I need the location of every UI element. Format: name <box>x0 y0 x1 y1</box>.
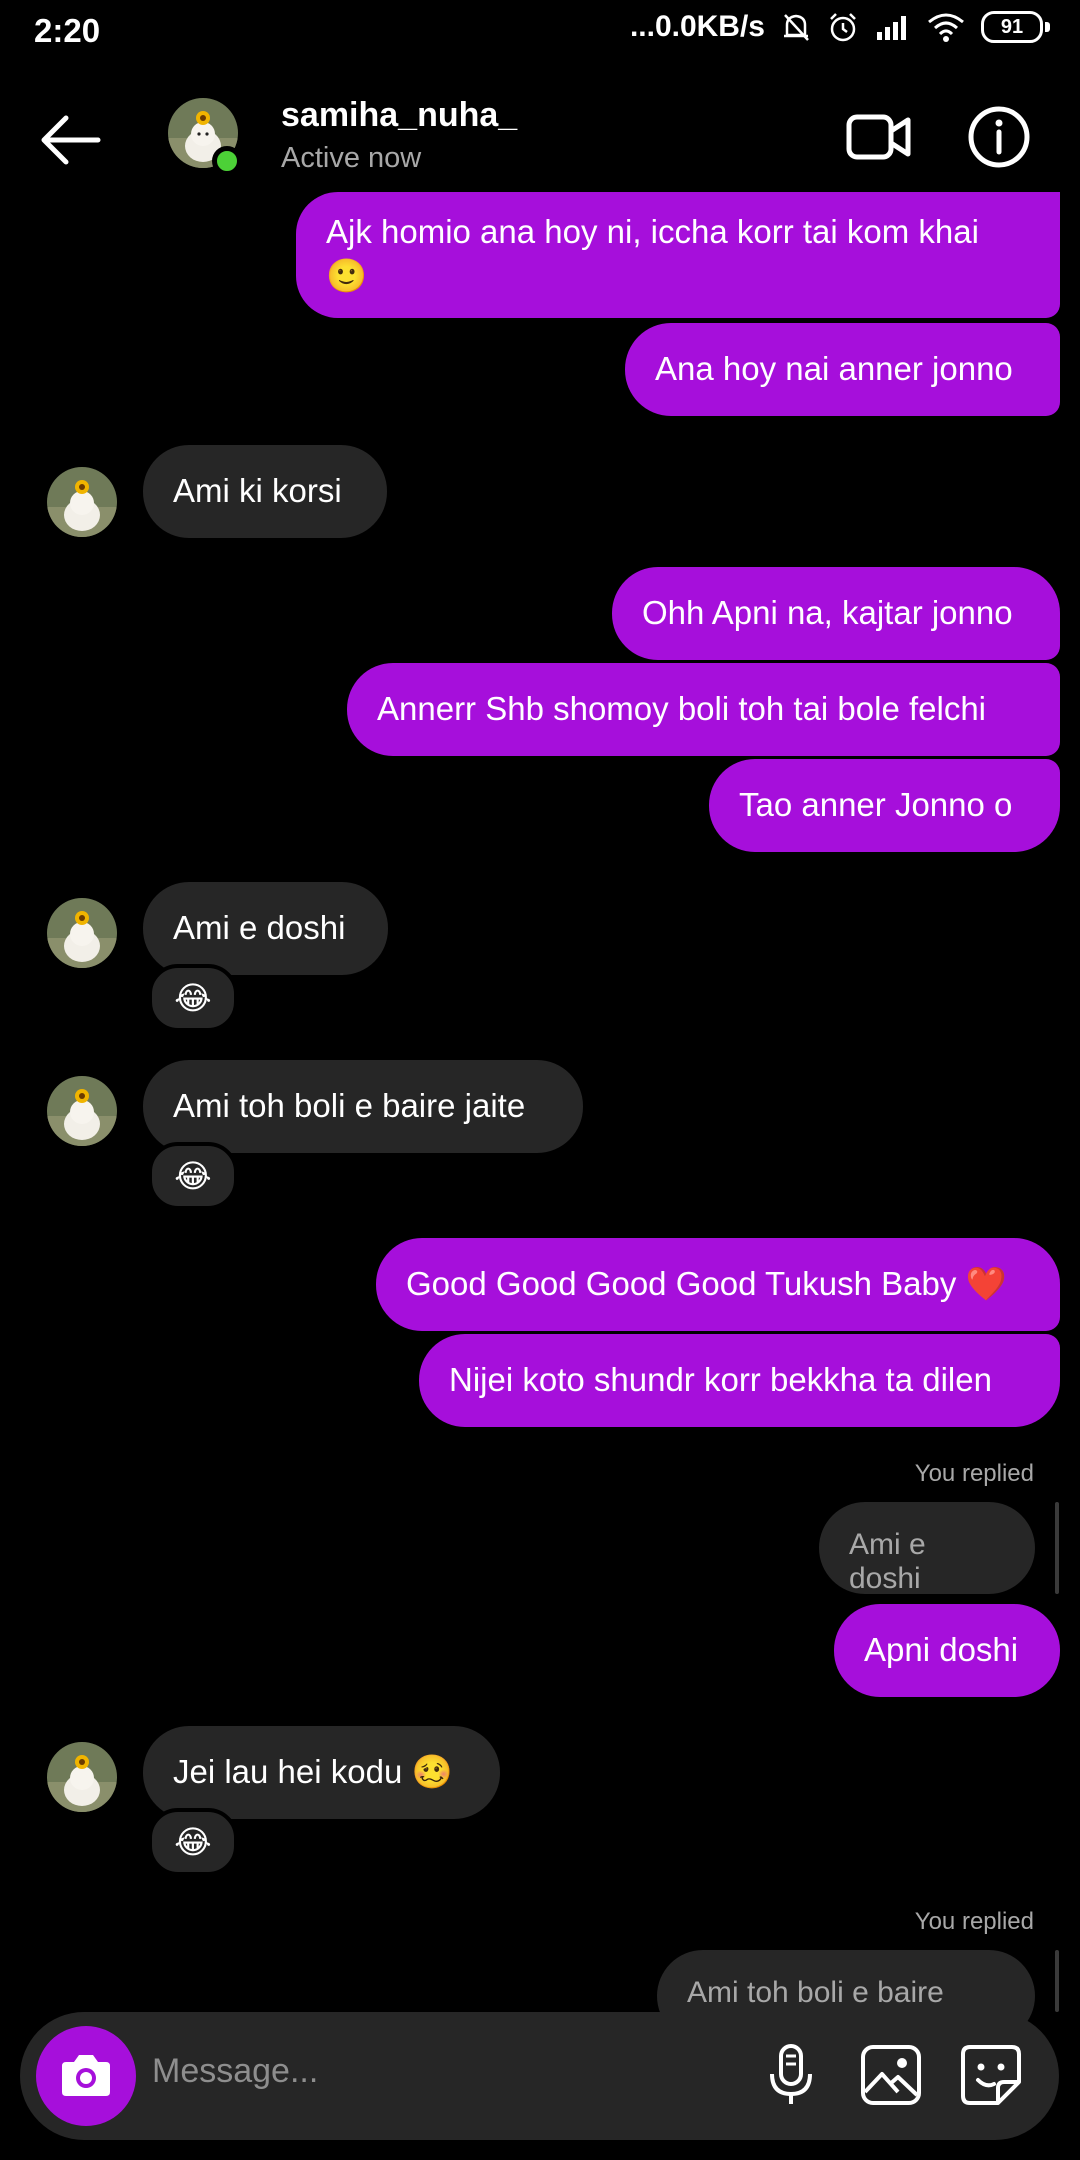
laughing-emoji-icon: 😂 <box>174 1824 212 1860</box>
contact-avatar-small[interactable] <box>47 1076 117 1146</box>
gallery-icon[interactable] <box>856 2040 926 2110</box>
contact-avatar-small[interactable] <box>47 1742 117 1812</box>
quoted-reply-bubble[interactable]: Ami e doshi <box>819 1502 1035 1595</box>
status-bar: 2:20 ...0.0KB/s 91 <box>0 0 1080 62</box>
laughing-emoji-icon: 😂 <box>174 980 212 1016</box>
message-bubble-incoming[interactable]: Ami ki korsi <box>143 445 387 538</box>
message-bubble-outgoing[interactable]: Apni doshi <box>834 1604 1060 1697</box>
message-bubble-outgoing[interactable]: Ohh Apni na, kajtar jonno <box>612 567 1060 660</box>
status-icons: ...0.0KB/s 91 <box>630 10 1050 44</box>
mute-bell-icon <box>784 14 809 41</box>
reaction-badge[interactable]: 😂 <box>148 964 238 1032</box>
signal-icon <box>877 16 906 40</box>
contact-avatar-small[interactable] <box>47 467 117 537</box>
message-composer: Message... <box>20 2012 1059 2140</box>
message-bubble-outgoing[interactable]: Good Good Good Good Tukush Baby ❤️ <box>376 1238 1060 1331</box>
info-icon[interactable] <box>966 104 1032 170</box>
alarm-icon <box>830 13 856 42</box>
battery-level: 91 <box>981 11 1043 43</box>
back-arrow-icon[interactable] <box>36 110 106 170</box>
message-input[interactable]: Message... <box>152 2052 318 2091</box>
camera-button[interactable] <box>36 2026 136 2126</box>
message-bubble-incoming[interactable]: Ami e doshi <box>143 882 388 975</box>
message-bubble-incoming[interactable]: Jei lau hei kodu 🥴 <box>143 1726 500 1819</box>
message-bubble-incoming[interactable]: Ami toh boli e baire jaite <box>143 1060 583 1153</box>
contact-username[interactable]: samiha_nuha_ <box>281 96 517 135</box>
message-bubble-outgoing[interactable]: Nijei koto shundr korr bekkha ta dilen <box>419 1334 1060 1427</box>
contact-active-status: Active now <box>281 142 422 174</box>
reply-indicator-bar <box>1055 1502 1059 1594</box>
sticker-icon[interactable] <box>956 2040 1026 2110</box>
video-call-icon[interactable] <box>846 104 912 170</box>
microphone-icon[interactable] <box>756 2040 826 2110</box>
status-time: 2:20 <box>34 12 101 49</box>
wifi-icon <box>928 13 964 42</box>
laughing-emoji-icon: 😂 <box>174 1158 212 1194</box>
you-replied-label: You replied <box>914 1460 1034 1487</box>
message-bubble-outgoing[interactable]: Ana hoy nai anner jonno <box>625 323 1060 416</box>
chat-header: samiha_nuha_ Active now <box>0 80 1080 195</box>
battery-icon: 91 <box>981 11 1050 43</box>
message-bubble-outgoing[interactable]: Tao anner Jonno o <box>709 759 1060 852</box>
reply-indicator-bar <box>1055 1950 1059 2012</box>
online-status-dot <box>212 146 242 176</box>
network-speed: ...0.0KB/s <box>629 10 765 43</box>
camera-icon <box>62 2055 110 2096</box>
contact-avatar-small[interactable] <box>47 898 117 968</box>
reaction-badge[interactable]: 😂 <box>148 1142 238 1210</box>
you-replied-label: You replied <box>914 1908 1034 1935</box>
reaction-badge[interactable]: 😂 <box>148 1808 238 1876</box>
message-bubble-outgoing[interactable]: Annerr Shb shomoy boli toh tai bole felc… <box>347 663 1060 756</box>
message-bubble-outgoing[interactable]: Ajk homio ana hoy ni, iccha korr tai kom… <box>296 192 1060 318</box>
